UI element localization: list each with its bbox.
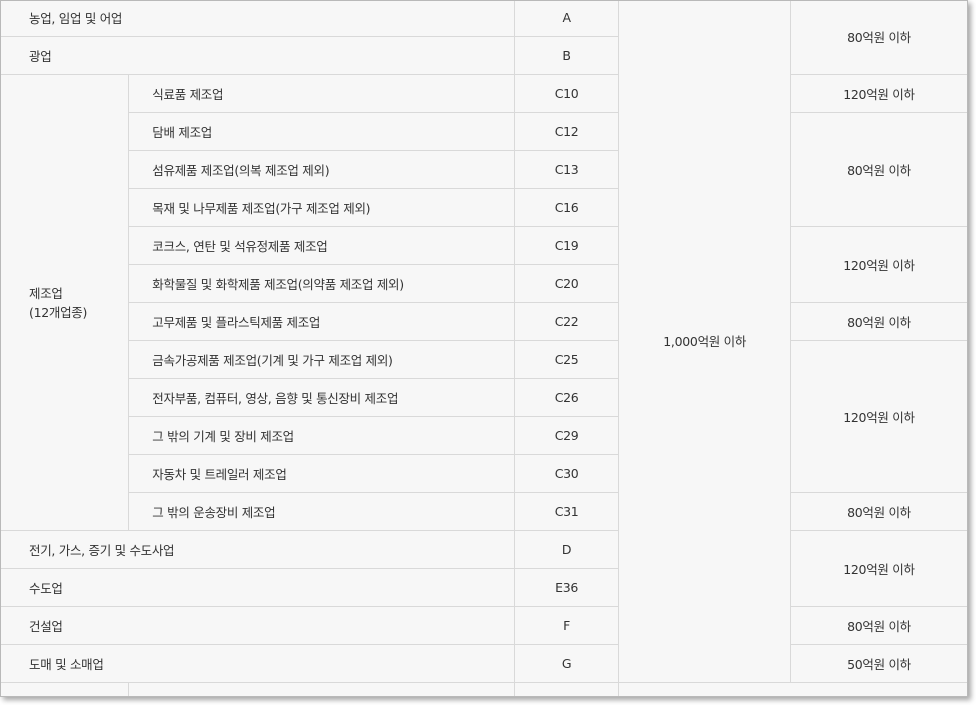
industry-code: D [514,530,620,569]
industry-name: 전기, 가스, 증기 및 수도사업 [1,530,515,569]
subindustry-name: 화학물질 및 화학제품 제조업(의약품 제조업 제외) [128,264,515,303]
sales-criteria: 80억원 이하 [790,492,967,531]
subindustry-name: 목재 및 나무제품 제조업(가구 제조업 제외) [128,188,515,227]
subindustry-name: 코크스, 연탄 및 석유정제품 제조업 [128,226,515,265]
subindustry-name: 금속가공제품 제조업(기계 및 가구 제조업 제외) [128,340,515,379]
industry-code: A [514,1,620,37]
industry-code: C13 [514,150,620,189]
subindustry-name: 담배 제조업 [128,112,515,151]
subindustry-name: 전자부품, 컴퓨터, 영상, 음향 및 통신장비 제조업 [128,378,515,417]
table-frame: 농업, 임업 및 어업 A 1,000억원 이하 80억원 이하 광업 B 제조… [0,0,968,697]
industry-code: C25 [514,340,620,379]
industry-name: 수도업 [1,568,515,607]
table-row: 그 밖의 운송장비 제조업 C31 80억원 이하 [1,492,967,531]
subindustry-name: 그 밖의 운송장비 제조업 [128,492,515,531]
industry-code: C26 [514,378,620,417]
industry-criteria-table: 농업, 임업 및 어업 A 1,000억원 이하 80억원 이하 광업 B 제조… [1,1,967,696]
subindustry-name: 고무제품 및 플라스틱제품 제조업 [128,302,515,341]
industry-code: C19 [514,226,620,265]
sales-criteria: 80억원 이하 [790,1,967,75]
subindustry-name: 식료품 제조업 [128,74,515,113]
total-assets-criteria: 1,000억원 이하 [618,1,791,683]
subindustry-name: 그 밖의 기계 및 장비 제조업 [128,416,515,455]
industry-code: C12 [514,112,620,151]
industry-code: C30 [514,454,620,493]
table-row-clipped [1,682,967,696]
sales-criteria: 120억원 이하 [790,226,967,303]
manufacturing-count: (12개업종) [29,304,88,320]
industry-code: E36 [514,568,620,607]
table-row: 금속가공제품 제조업(기계 및 가구 제조업 제외) C25 120억원 이하 [1,340,967,493]
industry-name: 건설업 [1,606,515,645]
table-row: 도매 및 소매업 G 50억원 이하 [1,644,967,683]
sales-criteria: 80억원 이하 [790,112,967,227]
industry-code: C16 [514,188,620,227]
industry-code: B [514,36,620,75]
industry-code: C29 [514,416,620,455]
industry-name: 농업, 임업 및 어업 [1,1,515,37]
table-row: 담배 제조업 C12 80억원 이하 [1,112,967,227]
table-row: 전기, 가스, 증기 및 수도사업 D 120억원 이하 [1,530,967,607]
sales-criteria: 120억원 이하 [790,340,967,493]
industry-code: C22 [514,302,620,341]
manufacturing-category: 제조업 (12개업종) [1,74,130,531]
sales-criteria: 80억원 이하 [790,302,967,341]
table-row: 고무제품 및 플라스틱제품 제조업 C22 80억원 이하 [1,302,967,341]
industry-code: C20 [514,264,620,303]
sales-criteria: 80억원 이하 [790,606,967,645]
table-row: 건설업 F 80억원 이하 [1,606,967,645]
table-row: 농업, 임업 및 어업 A 1,000억원 이하 80억원 이하 [1,1,967,683]
manufacturing-label: 제조업 [29,285,63,301]
sales-criteria: 120억원 이하 [790,530,967,607]
sales-criteria: 120억원 이하 [790,74,967,113]
subindustry-name: 섬유제품 제조업(의복 제조업 제외) [128,150,515,189]
industry-code: C31 [514,492,620,531]
industry-name: 광업 [1,36,515,75]
table-row: 제조업 (12개업종) 식료품 제조업 C10 120억원 이하 [1,74,967,531]
industry-code: C10 [514,74,620,113]
sales-criteria: 50억원 이하 [790,644,967,683]
industry-name: 도매 및 소매업 [1,644,515,683]
table-row: 코크스, 연탄 및 석유정제품 제조업 C19 120억원 이하 [1,226,967,303]
subindustry-name: 자동차 및 트레일러 제조업 [128,454,515,493]
industry-code: F [514,606,620,645]
industry-code: G [514,644,620,683]
